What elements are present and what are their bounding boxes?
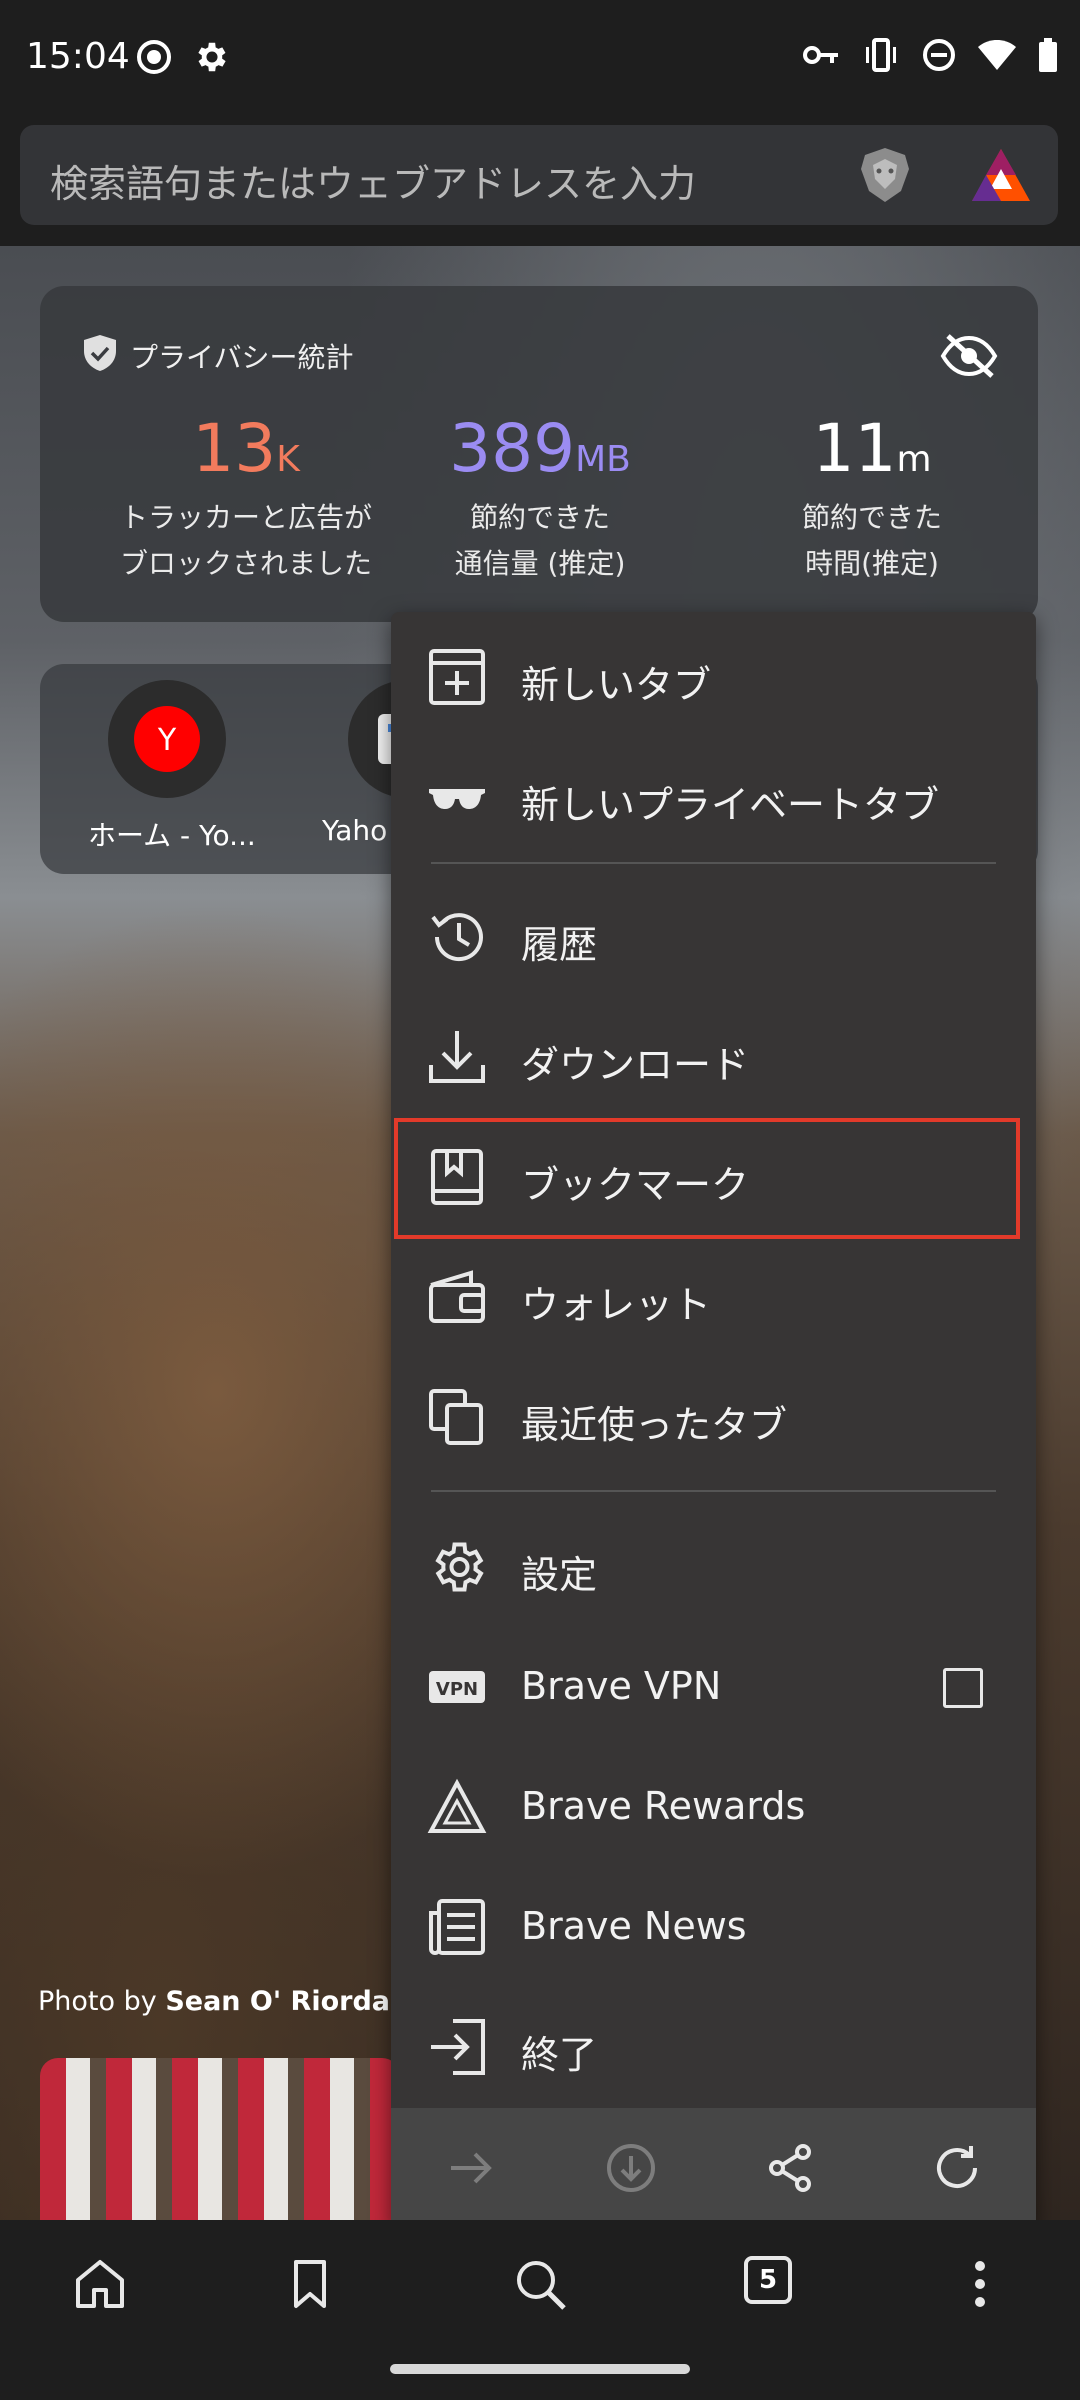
- time-label-1: 節約できた: [801, 501, 942, 534]
- privacy-stats-card: プライバシー統計 13K トラッカーと広告が ブロックされました 389MB 節…: [40, 286, 1038, 622]
- forward-icon[interactable]: [443, 2140, 499, 2196]
- wallet-icon: [429, 1270, 485, 1323]
- reload-icon[interactable]: [929, 2140, 985, 2196]
- menu-label-settings: 設定: [521, 1553, 598, 1597]
- menu-divider: [431, 1490, 996, 1492]
- gear-icon: [435, 1542, 484, 1592]
- status-bar: 15:04: [0, 0, 1080, 122]
- new-tab-icon: [429, 649, 485, 705]
- vibrate-icon: [866, 38, 896, 72]
- download-icon: [429, 1031, 485, 1083]
- menu-item-brave-news[interactable]: Brave News: [391, 1868, 1036, 1986]
- recent-tabs-icon: [429, 1389, 483, 1445]
- menu-label-history: 履歴: [521, 923, 598, 967]
- menu-action-bar: [391, 2108, 1036, 2228]
- overflow-menu: 新しいタブ 新しいプライベートタブ 履歴 ダウンロード ブックマーク ウォレット…: [391, 612, 1036, 2228]
- menu-item-wallet[interactable]: ウォレット: [391, 1238, 1036, 1356]
- menu-label-bookmarks: ブックマーク: [521, 1163, 750, 1207]
- time-unit: m: [896, 439, 932, 480]
- menu-label-wallet: ウォレット: [521, 1283, 712, 1327]
- tab-count: 5: [758, 2265, 778, 2295]
- news-card-image[interactable]: [40, 2058, 400, 2220]
- bookmark-book-icon: [431, 1149, 483, 1205]
- tab-switcher-button[interactable]: 5: [744, 2256, 792, 2304]
- bottom-toolbar: 5: [0, 2220, 1080, 2400]
- wifi-icon: [978, 40, 1016, 70]
- stat-trackers: 13K トラッカーと広告が ブロックされました: [96, 414, 396, 587]
- privacy-stats-title: プライバシー統計: [130, 341, 354, 374]
- menu-item-exit[interactable]: 終了: [391, 1988, 1036, 2106]
- url-bar[interactable]: 検索語句またはウェブアドレスを入力: [20, 125, 1058, 225]
- menu-label-private-tab: 新しいプライベートタブ: [521, 783, 940, 827]
- menu-label-brave-rewards: Brave Rewards: [521, 1784, 806, 1828]
- trackers-unit: K: [276, 439, 300, 480]
- rewards-triangle-icon: [427, 1778, 487, 1833]
- menu-item-history[interactable]: 履歴: [391, 878, 1036, 996]
- stat-bandwidth: 389MB 節約できた 通信量 (推定): [390, 414, 690, 587]
- photo-credit-prefix: Photo by: [38, 1986, 166, 2017]
- photo-credit[interactable]: Photo by Sean O' Riordan: [38, 1986, 409, 2017]
- top-site-youtube[interactable]: Y: [108, 680, 226, 798]
- svg-text:VPN: VPN: [436, 1679, 478, 1700]
- stat-time: 11m 節約できた 時間(推定): [722, 414, 1022, 587]
- menu-label-brave-vpn: Brave VPN: [521, 1664, 722, 1708]
- status-time: 15:04: [26, 36, 130, 77]
- menu-label-recent-tabs: 最近使ったタブ: [521, 1403, 788, 1447]
- time-label-2: 時間(推定): [805, 547, 939, 580]
- bandwidth-label-1: 節約できた: [469, 501, 610, 534]
- url-placeholder: 検索語句またはウェブアドレスを入力: [50, 162, 697, 206]
- more-menu-icon[interactable]: [952, 2256, 1008, 2312]
- menu-label-exit: 終了: [521, 2033, 598, 2077]
- youtube-letter: Y: [157, 723, 177, 758]
- bandwidth-label-2: 通信量 (推定): [454, 547, 626, 580]
- private-tab-glasses-icon: [429, 789, 485, 809]
- vpn-checkbox[interactable]: [943, 1668, 983, 1708]
- top-site-label-1: Yaho: [322, 814, 388, 847]
- menu-item-downloads[interactable]: ダウンロード: [391, 998, 1036, 1116]
- trackers-label-2: ブロックされました: [119, 547, 372, 580]
- time-value: 11: [812, 410, 897, 487]
- exit-icon: [431, 2019, 485, 2075]
- bandwidth-value: 389: [449, 410, 576, 487]
- battery-icon: [1039, 38, 1057, 72]
- menu-label-new-tab: 新しいタブ: [521, 663, 712, 707]
- vpn-icon: VPN: [429, 1671, 485, 1703]
- menu-item-brave-vpn[interactable]: VPN Brave VPN: [391, 1628, 1036, 1746]
- history-icon: [431, 913, 483, 962]
- menu-divider: [431, 862, 996, 864]
- menu-item-new-tab[interactable]: 新しいタブ: [391, 618, 1036, 736]
- shield-icon: [84, 335, 116, 371]
- photo-credit-author: Sean O' Riordan: [165, 1986, 410, 2017]
- home-indicator[interactable]: [390, 2364, 690, 2374]
- menu-label-brave-news: Brave News: [521, 1904, 747, 1948]
- menu-label-downloads: ダウンロード: [521, 1043, 750, 1087]
- top-site-label-0: ホーム - Yo...: [88, 819, 256, 852]
- home-icon[interactable]: [72, 2256, 128, 2312]
- hide-eye-icon[interactable]: [940, 332, 998, 380]
- vpn-key-icon: [803, 46, 838, 64]
- download-page-icon[interactable]: [603, 2140, 659, 2196]
- bat-rewards-icon[interactable]: [970, 147, 1032, 203]
- settings-status-icon: [198, 42, 226, 72]
- share-icon[interactable]: [763, 2140, 819, 2196]
- trackers-value: 13: [192, 410, 277, 487]
- news-icon: [429, 1899, 485, 1955]
- menu-item-bookmarks[interactable]: ブックマーク: [391, 1118, 1036, 1239]
- menu-item-brave-rewards[interactable]: Brave Rewards: [391, 1748, 1036, 1866]
- bookmark-icon[interactable]: [282, 2256, 338, 2312]
- bandwidth-unit: MB: [575, 439, 631, 480]
- search-icon[interactable]: [512, 2256, 568, 2312]
- dnd-icon: [923, 39, 955, 71]
- youtube-site-icon: Y: [134, 706, 200, 772]
- record-icon: [137, 40, 171, 74]
- menu-item-recent-tabs[interactable]: 最近使ったタブ: [391, 1358, 1036, 1476]
- menu-item-settings[interactable]: 設定: [391, 1508, 1036, 1626]
- brave-shields-icon[interactable]: [855, 145, 915, 205]
- address-bar-area: 検索語句またはウェブアドレスを入力: [0, 122, 1080, 246]
- menu-item-private-tab[interactable]: 新しいプライベートタブ: [391, 738, 1036, 856]
- trackers-label-1: トラッカーと広告が: [119, 501, 372, 534]
